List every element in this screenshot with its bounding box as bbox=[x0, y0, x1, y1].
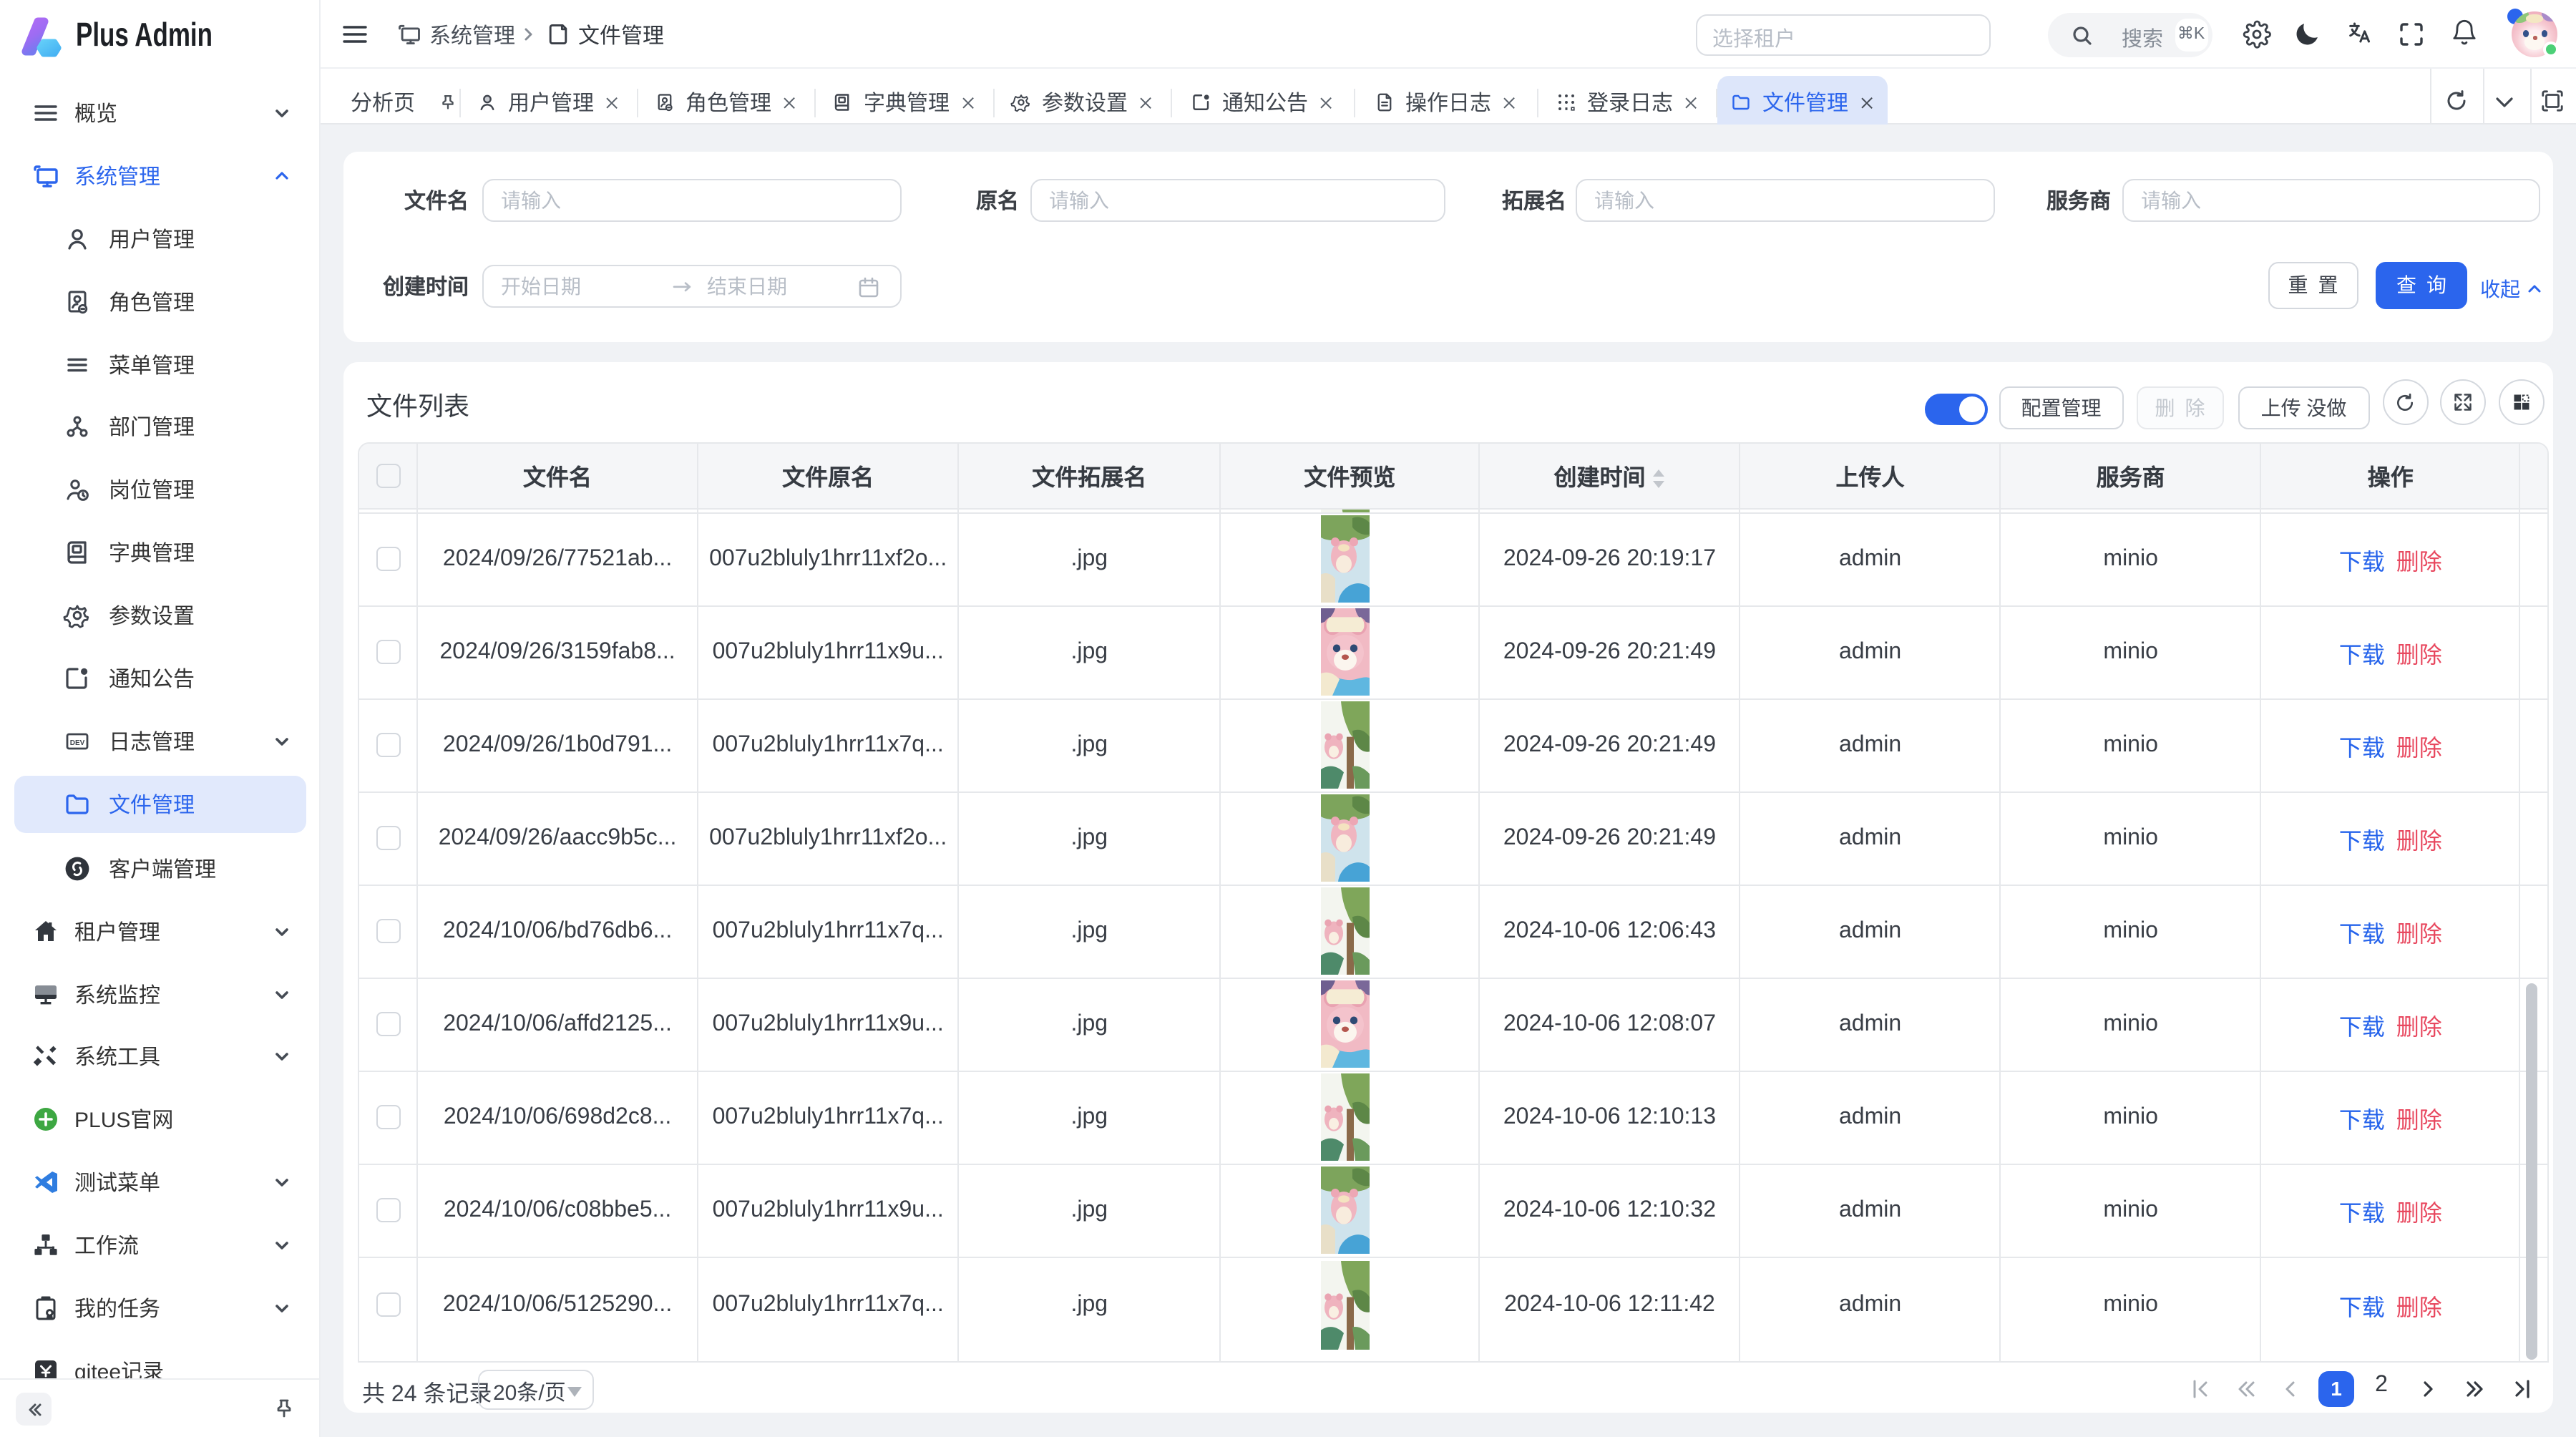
svg-text:DEV: DEV bbox=[70, 739, 85, 747]
